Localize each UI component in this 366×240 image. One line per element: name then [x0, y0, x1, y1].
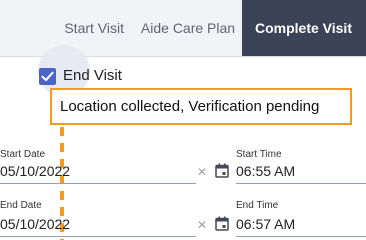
- calendar-icon[interactable]: [215, 216, 229, 231]
- tab-complete-visit[interactable]: Complete Visit: [242, 0, 366, 56]
- checkmark-icon: [41, 71, 54, 82]
- start-time-label: Start Time: [236, 149, 282, 160]
- end-visit-label: End Visit: [63, 67, 122, 84]
- end-date-underline: [0, 236, 196, 237]
- start-time-underline: [236, 183, 366, 184]
- end-date-label: End Date: [0, 200, 42, 211]
- start-time-field[interactable]: 06:55 AM: [236, 163, 295, 179]
- start-date-underline: [0, 183, 196, 184]
- end-visit-checkbox[interactable]: [39, 68, 56, 85]
- tab-label: Aide Care Plan: [140, 20, 236, 36]
- start-date-label: Start Date: [0, 149, 46, 160]
- tab-label: Start Visit: [64, 20, 124, 36]
- close-icon[interactable]: ✕: [197, 166, 207, 178]
- end-date-field[interactable]: 05/10/2022: [0, 216, 70, 232]
- close-icon[interactable]: ✕: [197, 219, 207, 231]
- end-time-label: End Time: [236, 200, 279, 211]
- tab-label: Complete Visit: [255, 20, 352, 36]
- end-time-underline: [236, 236, 366, 237]
- end-time-field[interactable]: 06:57 AM: [236, 216, 295, 232]
- start-date-field[interactable]: 05/10/2022: [0, 163, 70, 179]
- location-status-message: Location collected, Verification pending: [50, 88, 352, 125]
- calendar-icon[interactable]: [215, 163, 229, 178]
- tab-aide-care-plan[interactable]: Aide Care Plan: [134, 0, 242, 56]
